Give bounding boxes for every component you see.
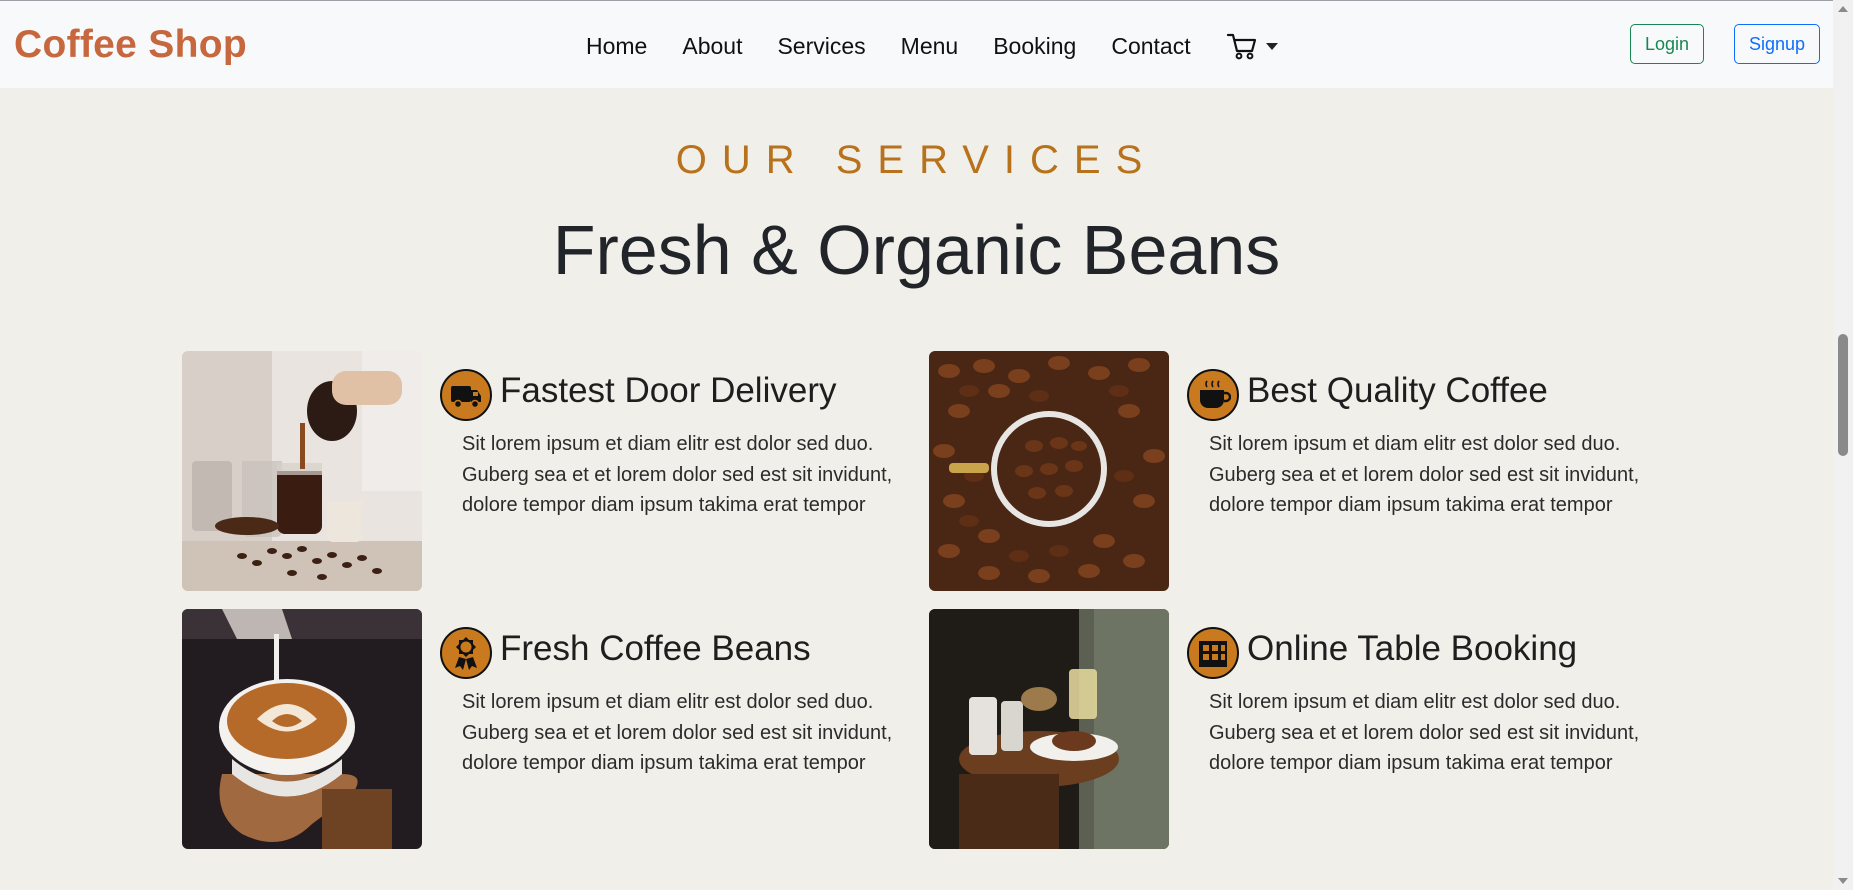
- service-photo-delivery: [182, 351, 422, 591]
- service-description: Sit lorem ipsum et diam elitr est dolor …: [1209, 433, 1640, 516]
- chevron-down-icon: [1265, 42, 1278, 50]
- navbar: Coffee Shop Home About Services Menu Boo…: [0, 0, 1833, 88]
- service-photo-booking: [929, 609, 1169, 849]
- table-icon: [1187, 627, 1239, 679]
- nav-link-home[interactable]: Home: [586, 33, 647, 60]
- service-title: Best Quality Coffee: [1247, 371, 1548, 410]
- scrollbar-thumb[interactable]: [1838, 334, 1848, 456]
- brand-logo[interactable]: Coffee Shop: [14, 23, 247, 67]
- nav-link-menu[interactable]: Menu: [901, 33, 959, 60]
- coffee-cup-icon: [1187, 369, 1239, 421]
- service-title: Online Table Booking: [1247, 629, 1578, 668]
- service-title: Fastest Door Delivery: [500, 371, 837, 410]
- scroll-down-icon[interactable]: [1838, 878, 1848, 884]
- cart-dropdown[interactable]: [1226, 31, 1278, 61]
- nav-links: Home About Services Menu Booking Contact: [586, 31, 1278, 61]
- section-eyebrow: OUR SERVICES: [675, 138, 1158, 182]
- service-description: Sit lorem ipsum et diam elitr est dolor …: [462, 691, 893, 774]
- service-photo-quality: [929, 351, 1169, 591]
- service-description: Sit lorem ipsum et diam elitr est dolor …: [462, 433, 893, 516]
- service-description: Sit lorem ipsum et diam elitr est dolor …: [1209, 691, 1640, 774]
- nav-link-about[interactable]: About: [682, 33, 742, 60]
- section-title: Fresh & Organic Beans: [552, 211, 1281, 289]
- scrollbar[interactable]: [1833, 0, 1853, 890]
- service-card-booking: Online Table Booking Sit lorem ipsum et …: [929, 609, 1649, 849]
- award-icon: [440, 627, 492, 679]
- signup-button[interactable]: Signup: [1734, 24, 1820, 64]
- nav-link-booking[interactable]: Booking: [993, 33, 1076, 60]
- service-photo-beans: [182, 609, 422, 849]
- login-button[interactable]: Login: [1630, 24, 1704, 64]
- cart-icon: [1226, 33, 1256, 60]
- truck-icon: [440, 369, 492, 421]
- service-card-quality: Best Quality Coffee Sit lorem ipsum et d…: [929, 351, 1649, 591]
- service-title: Fresh Coffee Beans: [500, 629, 811, 668]
- nav-link-contact[interactable]: Contact: [1111, 33, 1190, 60]
- nav-link-services[interactable]: Services: [777, 33, 865, 60]
- service-card-delivery: Fastest Door Delivery Sit lorem ipsum et…: [182, 351, 902, 591]
- scroll-up-icon[interactable]: [1838, 6, 1848, 12]
- service-card-beans: Fresh Coffee Beans Sit lorem ipsum et di…: [182, 609, 902, 849]
